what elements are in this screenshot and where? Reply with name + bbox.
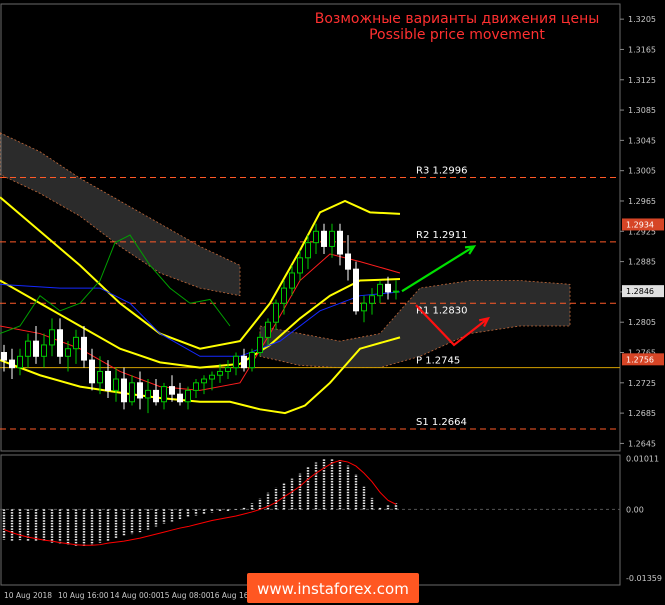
y-tick-label: 1.3045 <box>628 136 656 145</box>
chart-canvas: R3 1.2996R2 1.2911R1 1.2830P 1.2745S1 1.… <box>0 0 665 605</box>
candle-body <box>241 355 247 369</box>
chart-title-ru: Возможные варианты движения цены <box>315 11 600 27</box>
candle-body <box>105 370 111 391</box>
candle-body <box>297 257 303 274</box>
y-tick-label: 1.2645 <box>628 439 656 448</box>
candle-body <box>249 352 255 369</box>
x-tick-label: 10 Aug 2018 <box>4 591 52 600</box>
candle-body <box>153 389 159 403</box>
y-tick-label: 1.2965 <box>628 197 656 206</box>
pivot-level-label-r2: R2 1.2911 <box>416 230 467 241</box>
candle-body <box>313 230 319 244</box>
candle-body <box>257 336 263 354</box>
candle-body <box>305 242 311 259</box>
level-price-tag-label: 1.2756 <box>626 355 654 364</box>
pivot-level-label-p: P 1.2745 <box>416 356 460 367</box>
oscillator-y-label: 0.01011 <box>626 454 659 463</box>
candle-body <box>361 302 367 312</box>
candle-body <box>369 295 375 304</box>
y-tick-label: 1.2885 <box>628 258 656 267</box>
candle-body <box>385 283 391 293</box>
chart-title-en: Possible price movement <box>369 27 545 43</box>
y-tick-label: 1.3205 <box>628 15 656 24</box>
candle-body <box>17 355 23 369</box>
candle-body <box>209 374 215 380</box>
candle-body <box>9 359 15 369</box>
candle-body <box>121 378 127 403</box>
candle-body <box>193 382 199 391</box>
candle-body <box>41 344 47 357</box>
watermark-text: www.instaforex.com <box>257 580 409 598</box>
candle-body <box>393 290 399 293</box>
candle-body <box>145 389 151 399</box>
pivot-level-label-r3: R3 1.2996 <box>416 165 467 176</box>
candle-body <box>57 329 63 357</box>
x-tick-label: 15 Aug 08:00 <box>160 591 211 600</box>
candle-body <box>73 336 79 350</box>
y-tick-label: 1.2685 <box>628 409 656 418</box>
candle-body <box>289 272 295 289</box>
candle-body <box>353 268 359 312</box>
candle-body <box>337 230 343 255</box>
candle-body <box>265 321 271 338</box>
pivot-level-label-s1: S1 1.2664 <box>416 417 467 428</box>
candle-body <box>321 230 327 247</box>
y-tick-label: 1.2725 <box>628 379 656 388</box>
oscillator-y-label: 0.00 <box>626 505 644 514</box>
candle-body <box>201 378 207 384</box>
candle-body <box>49 329 55 346</box>
candle-body <box>233 355 239 369</box>
candle-body <box>161 386 167 403</box>
candle-body <box>329 230 335 247</box>
candle-body <box>217 370 223 376</box>
candle-body <box>97 370 103 384</box>
y-tick-label: 1.3005 <box>628 167 656 176</box>
candle-body <box>273 302 279 323</box>
candle-body <box>89 359 95 384</box>
trading-chart-window: R3 1.2996 R2 1.2911 R1 1.2830 P 1.2745 S1 1.… <box>0 0 665 605</box>
oscillator-y-label: -0.01359 <box>626 574 662 583</box>
current-price-tag-label: 1.2846 <box>626 287 654 296</box>
candle-body <box>225 367 231 372</box>
y-tick-label: 1.3125 <box>628 76 656 85</box>
y-tick-label: 1.2805 <box>628 318 656 327</box>
candle-body <box>1 352 7 361</box>
y-tick-label: 1.3085 <box>628 106 656 115</box>
candle-body <box>345 253 351 270</box>
candle-body <box>113 378 119 391</box>
x-tick-label: 10 Aug 16:00 <box>58 591 109 600</box>
candle-body <box>169 386 175 395</box>
x-tick-label: 14 Aug 00:00 <box>110 591 161 600</box>
candle-body <box>185 389 191 403</box>
candle-body <box>177 393 183 403</box>
candle-body <box>129 382 135 403</box>
candle-body <box>65 348 71 357</box>
candle-body <box>25 340 31 357</box>
candle-body <box>81 336 87 361</box>
y-tick-label: 1.3165 <box>628 45 656 54</box>
candle-body <box>33 340 39 357</box>
candle-body <box>377 283 383 297</box>
level-price-tag-label: 1.2934 <box>626 220 654 229</box>
candle-body <box>281 287 287 304</box>
candle-body <box>137 382 143 399</box>
